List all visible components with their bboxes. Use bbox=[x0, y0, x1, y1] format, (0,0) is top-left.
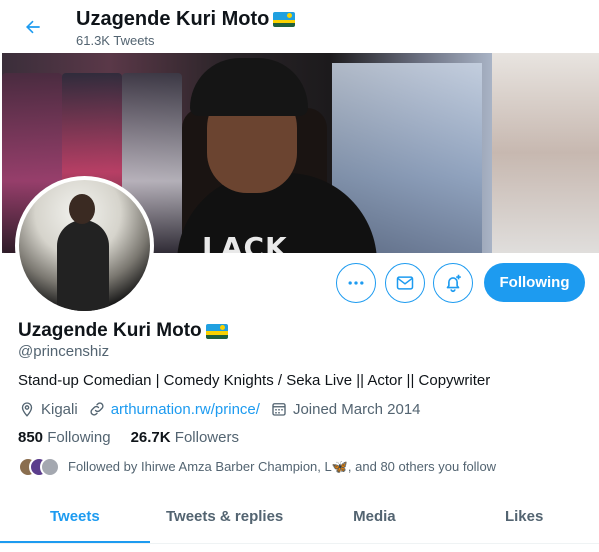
follow-stats: 850 Following 26.7K Followers bbox=[18, 429, 239, 446]
tab-likes[interactable]: Likes bbox=[449, 490, 599, 543]
tab-tweets-replies[interactable]: Tweets & replies bbox=[150, 490, 300, 543]
more-dots-icon bbox=[348, 281, 364, 285]
profile-display-name: Uzagende Kuri Moto bbox=[18, 320, 202, 341]
bucket-hat bbox=[190, 58, 308, 116]
joined-item: Joined March 2014 bbox=[270, 400, 421, 418]
rwanda-flag-icon bbox=[205, 323, 228, 339]
following-count: 850 bbox=[18, 429, 44, 446]
profile-meta: Kigali arthurnation.rw/prince/ Joined Ma… bbox=[18, 400, 431, 418]
header-name: Uzagende Kuri Moto bbox=[76, 8, 270, 30]
website-item: arthurnation.rw/prince/ bbox=[88, 400, 260, 418]
profile-header: Uzagende Kuri Moto 61.3K Tweets bbox=[0, 0, 599, 53]
follower-avatar bbox=[40, 457, 60, 477]
following-stat[interactable]: 850 Following bbox=[18, 429, 111, 446]
more-options-button[interactable] bbox=[336, 263, 376, 303]
banner-shirt-text: LACK bbox=[202, 231, 288, 253]
following-label: Following bbox=[47, 429, 111, 446]
followed-by-text: Followed by Ihirwe Amza Barber Champion,… bbox=[68, 459, 497, 474]
location-pin-icon bbox=[21, 402, 33, 417]
profile-bio: Stand-up Comedian | Comedy Knights / Sek… bbox=[18, 372, 491, 389]
back-button[interactable] bbox=[14, 8, 52, 46]
header-title: Uzagende Kuri Moto bbox=[76, 8, 296, 31]
followers-label: Followers bbox=[174, 429, 239, 446]
tab-media[interactable]: Media bbox=[300, 490, 450, 543]
followers-count: 26.7K bbox=[130, 429, 171, 446]
notifications-button[interactable] bbox=[433, 263, 473, 303]
bell-plus-icon bbox=[446, 274, 461, 293]
link-icon bbox=[90, 402, 104, 416]
joined-text: Joined March 2014 bbox=[292, 400, 421, 418]
location-text: Kigali bbox=[41, 400, 78, 418]
envelope-icon bbox=[396, 276, 414, 290]
profile-name: Uzagende Kuri Moto bbox=[18, 320, 228, 342]
followed-by-row[interactable]: Followed by Ihirwe Amza Barber Champion,… bbox=[18, 457, 496, 477]
avatar[interactable] bbox=[15, 176, 154, 315]
tab-tweets[interactable]: Tweets bbox=[0, 490, 150, 543]
calendar-icon bbox=[272, 403, 286, 416]
message-button[interactable] bbox=[385, 263, 425, 303]
following-button[interactable]: Following bbox=[484, 263, 585, 302]
profile-tabs: Tweets Tweets & replies Media Likes bbox=[0, 490, 599, 544]
follower-avatars bbox=[18, 457, 60, 477]
location-item: Kigali bbox=[18, 400, 78, 418]
back-arrow-icon bbox=[26, 20, 40, 34]
website-link[interactable]: arthurnation.rw/prince/ bbox=[111, 401, 260, 418]
tweets-count: 61.3K Tweets bbox=[76, 33, 155, 48]
profile-handle: @princenshiz bbox=[18, 343, 110, 360]
rwanda-flag-icon bbox=[273, 12, 296, 27]
followers-stat[interactable]: 26.7K Followers bbox=[131, 429, 239, 446]
